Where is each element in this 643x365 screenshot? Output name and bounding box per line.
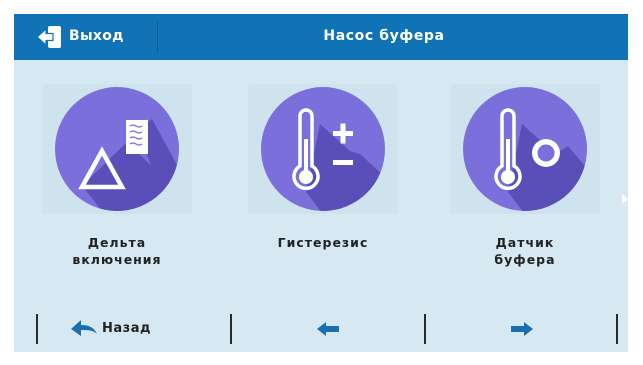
arrow-right-icon <box>511 322 533 336</box>
back-arrow-icon <box>71 320 97 336</box>
footer-divider <box>616 314 618 344</box>
exit-label: Выход <box>69 28 124 44</box>
menu-item-label: Дельта включения <box>72 235 162 267</box>
exit-button[interactable]: Выход <box>14 14 157 60</box>
menu-item-buffer-sensor[interactable]: Датчик буфера <box>450 84 600 267</box>
menu-item-delta[interactable]: Дельта включения <box>42 84 192 267</box>
page-title: Насос буфера <box>323 28 445 44</box>
back-label: Назад <box>102 321 151 336</box>
menu-item-label: Гистерезис <box>277 235 369 250</box>
previous-button[interactable] <box>232 306 424 352</box>
header-bar: Выход Насос буфера <box>14 14 628 60</box>
menu-item-label: Датчик буфера <box>494 235 556 267</box>
controller-screen: Выход Насос буфера Дельта включения Гист… <box>14 14 628 352</box>
next-button[interactable] <box>426 306 616 352</box>
menu-item-hysteresis[interactable]: Гистерезис <box>248 84 398 250</box>
delta-settings-icon <box>55 87 179 211</box>
arrow-left-icon <box>317 322 339 336</box>
footer-bar: Назад <box>14 306 628 352</box>
exit-icon <box>36 26 61 48</box>
thermometer-plus-minus-icon <box>261 87 385 211</box>
thermometer-sensor-icon <box>463 87 587 211</box>
back-button[interactable]: Назад <box>38 306 230 352</box>
scroll-right-icon[interactable] <box>622 194 628 204</box>
